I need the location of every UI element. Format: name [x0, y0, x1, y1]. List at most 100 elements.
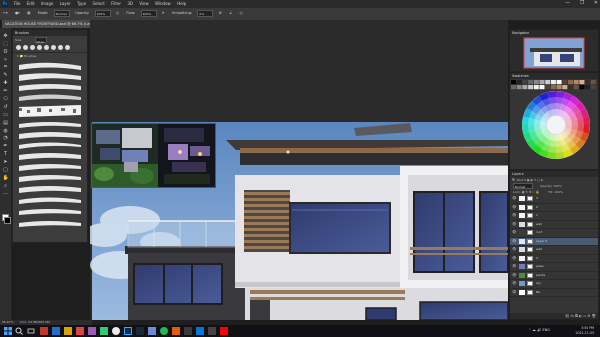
layer-row[interactable]: 👁 wall [510, 221, 598, 229]
pen-icon[interactable]: ✒ [3, 143, 9, 149]
brush-settings-icon[interactable]: ▦ [27, 11, 30, 15]
brush-tool-preset-icon[interactable]: ✏▾ [3, 11, 8, 15]
clock[interactable]: 3:55 PM 2021-11-03 [575, 326, 594, 335]
swatch[interactable] [573, 80, 579, 85]
smoothing-options-icon[interactable]: ⚙ [219, 11, 222, 15]
layer-row[interactable]: 👁 BG [510, 289, 598, 297]
new-group-icon[interactable]: ▭ [583, 314, 586, 318]
visibility-eye-icon[interactable]: 👁 [512, 272, 516, 280]
search-icon[interactable] [15, 327, 23, 335]
restore-button[interactable]: ❐ [580, 0, 584, 6]
swatch[interactable] [556, 85, 562, 90]
visibility-eye-icon[interactable]: 👁 [512, 221, 516, 229]
swatch[interactable] [528, 80, 534, 85]
app-icon-red[interactable] [40, 327, 48, 335]
swatch[interactable] [539, 85, 545, 90]
menu-filter[interactable]: Filter [111, 1, 121, 6]
visibility-eye-icon[interactable]: 👁 [512, 229, 516, 237]
visibility-eye-icon[interactable]: 👁 [512, 204, 516, 212]
adjustment-icon[interactable]: ◐ [579, 314, 582, 318]
swatch[interactable] [562, 85, 568, 90]
swatch[interactable] [547, 91, 556, 98]
recent-brush[interactable] [44, 45, 49, 50]
app-icon-purple[interactable] [88, 327, 96, 335]
swatch[interactable] [511, 80, 516, 85]
brush-preset-picker[interactable]: ●▾ [15, 11, 20, 15]
new-layer-icon[interactable]: ⊞ [587, 314, 590, 318]
layer-row[interactable]: 👁 sky [510, 280, 598, 289]
swatch[interactable] [545, 80, 551, 85]
visibility-eye-icon[interactable]: 👁 [512, 280, 516, 288]
link-layers-icon[interactable]: ⛓ [565, 314, 569, 318]
visibility-eye-icon[interactable]: 👁 [512, 212, 516, 220]
swatch[interactable] [522, 85, 528, 90]
tray-icons[interactable]: ⌃ ☁ 🔊 ENG [528, 328, 550, 332]
mode-select[interactable]: Normal [53, 9, 70, 17]
flow-field[interactable]: 100% [140, 9, 157, 17]
discord-icon[interactable] [148, 327, 156, 335]
brush-stroke-list[interactable] [13, 59, 87, 239]
more-icon[interactable]: ⋯ [3, 191, 9, 197]
media-icon[interactable] [76, 327, 84, 335]
visibility-eye-icon[interactable]: 👁 [512, 195, 516, 203]
eraser-icon[interactable]: ▭ [3, 112, 9, 118]
swatch[interactable] [545, 85, 551, 90]
swatch[interactable] [585, 85, 591, 90]
layer-row[interactable]: 👁 glass [510, 263, 598, 272]
gradient-icon[interactable]: ▤ [3, 120, 9, 126]
visibility-eye-icon[interactable]: 👁 [512, 238, 516, 246]
recent-brush[interactable] [16, 45, 21, 50]
menu-window[interactable]: Window [155, 1, 171, 6]
magic-wand-icon[interactable]: ✧ [3, 57, 9, 63]
spotify-icon[interactable] [160, 327, 168, 335]
app-icon-dark[interactable] [208, 327, 216, 335]
layer-row[interactable]: 👁 plants [510, 272, 598, 280]
blur-icon[interactable]: ◍ [3, 128, 9, 134]
brush-folder[interactable]: ▾ 📁 Brushes [13, 52, 87, 59]
swatch[interactable] [585, 80, 591, 85]
reference-images[interactable] [91, 123, 216, 188]
zoom-icon[interactable]: ⌕ [3, 183, 9, 189]
pressure-opacity-icon[interactable]: ◎ [116, 11, 119, 15]
app-icon-orange[interactable] [172, 327, 180, 335]
folder-icon[interactable] [64, 327, 72, 335]
menu-3d[interactable]: 3D [127, 1, 133, 6]
background-color-swatch[interactable] [4, 217, 11, 224]
marquee-icon[interactable]: ⬚ [3, 41, 9, 47]
swatch[interactable] [522, 80, 528, 85]
app-icon-green[interactable] [100, 327, 108, 335]
brush-icon[interactable]: ✏ [3, 88, 9, 94]
task-view-icon[interactable] [27, 327, 35, 335]
recent-brush[interactable] [37, 45, 42, 50]
crop-icon[interactable]: ⌗ [3, 64, 9, 70]
menu-type[interactable]: Type [77, 1, 86, 6]
swatch[interactable] [590, 80, 596, 85]
visibility-eye-icon[interactable]: 👁 [512, 263, 516, 271]
add-mask-icon[interactable]: ◘ [575, 314, 578, 318]
steam-icon[interactable] [136, 327, 144, 335]
edge-icon[interactable] [196, 327, 204, 335]
swatch[interactable] [533, 85, 539, 90]
fill-value[interactable]: 100% [554, 190, 563, 194]
swatch[interactable] [583, 125, 590, 134]
menu-view[interactable]: View [139, 1, 149, 6]
path-select-icon[interactable]: ➤ [3, 159, 9, 165]
recent-brush[interactable] [65, 45, 70, 50]
swatch[interactable] [550, 80, 556, 85]
menu-file[interactable]: File [14, 1, 21, 6]
visibility-eye-icon[interactable]: 👁 [512, 246, 516, 254]
swatch[interactable] [562, 80, 568, 85]
swatch[interactable] [522, 125, 529, 134]
zoom-level[interactable]: 66.67% [2, 320, 13, 324]
layer-row[interactable]: 👁 3 [510, 195, 598, 204]
layer-row[interactable]: 👁 4 [510, 255, 598, 263]
recent-brush[interactable] [23, 45, 28, 50]
app-icon-gray[interactable] [184, 327, 192, 335]
swatch-grid[interactable] [510, 79, 598, 169]
swatch[interactable] [590, 85, 596, 90]
app-icon-blue[interactable] [52, 327, 60, 335]
swatch[interactable] [528, 85, 534, 90]
swatch[interactable] [522, 116, 529, 125]
stamp-icon[interactable]: ⎔ [3, 96, 9, 102]
swatch[interactable] [550, 85, 556, 90]
